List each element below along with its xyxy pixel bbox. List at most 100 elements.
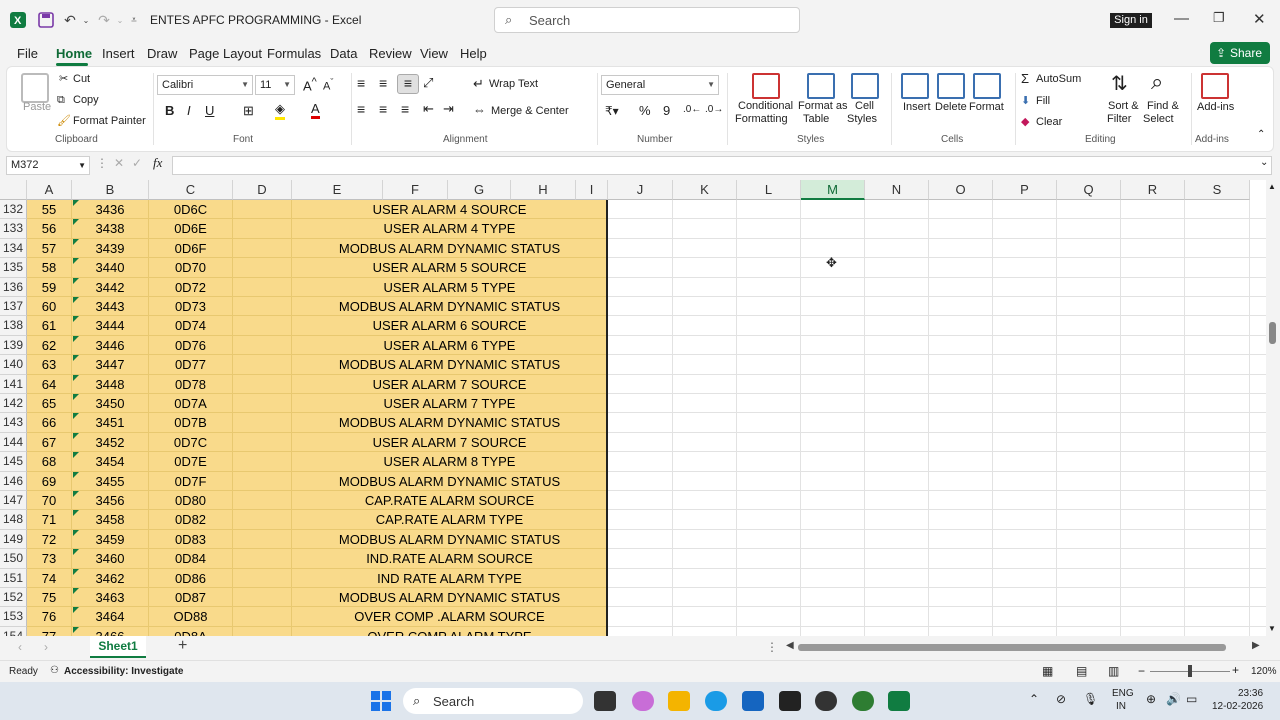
collapse-ribbon-icon[interactable]: ⌃	[1257, 129, 1265, 140]
expand-formula-bar-icon[interactable]: ⌄	[1260, 157, 1268, 168]
find-select-label2[interactable]: Select	[1143, 113, 1174, 125]
cell-e[interactable]: IND.RATE ALARM SOURCE	[292, 549, 608, 569]
cell-c[interactable]: 0D6C	[149, 200, 233, 220]
cell-b[interactable]: 3455	[72, 471, 149, 491]
add-sheet-icon[interactable]: +	[178, 637, 187, 655]
cell-a[interactable]: 74	[27, 568, 72, 588]
column-header-g[interactable]: G	[448, 180, 511, 200]
column-header-q[interactable]: Q	[1057, 180, 1121, 200]
tab-split-icon[interactable]: ⋮	[766, 640, 778, 654]
cell-b[interactable]: 3442	[72, 277, 149, 297]
cell-a[interactable]: 77	[27, 626, 72, 636]
paste-button[interactable]: Paste	[23, 101, 51, 113]
cell-e[interactable]: CAP.RATE ALARM SOURCE	[292, 491, 608, 511]
cell-e[interactable]: USER ALARM 5 TYPE	[292, 277, 608, 297]
cell-a[interactable]: 61	[27, 316, 72, 336]
zoom-in-icon[interactable]: +	[1232, 663, 1239, 677]
cell-a[interactable]: 55	[27, 200, 72, 220]
cell-d[interactable]	[233, 549, 292, 569]
copy-button[interactable]: Copy	[73, 94, 99, 106]
row-header[interactable]: 136	[0, 277, 27, 297]
cut-button[interactable]: Cut	[73, 73, 90, 85]
conditional-formatting-icon[interactable]	[752, 73, 780, 99]
cell-d[interactable]	[233, 471, 292, 491]
align-middle-icon[interactable]: ≡	[379, 75, 387, 91]
find-select-icon[interactable]: ⌕	[1151, 69, 1163, 95]
cell-a[interactable]: 66	[27, 413, 72, 433]
cell-d[interactable]	[233, 200, 292, 220]
increase-decimal-icon[interactable]: .0←	[683, 104, 701, 115]
cell-d[interactable]	[233, 394, 292, 414]
tab-help[interactable]: Help	[460, 46, 487, 61]
cell-c[interactable]: 0D87	[149, 588, 233, 608]
add-ins-icon[interactable]	[1201, 73, 1229, 99]
tab-file[interactable]: File	[17, 46, 38, 61]
find-select-label1[interactable]: Find &	[1147, 100, 1179, 112]
cell-e[interactable]: USER ALARM 4 SOURCE	[292, 200, 608, 220]
cell-c[interactable]: OD88	[149, 607, 233, 627]
orientation-icon[interactable]: ⤢	[423, 75, 433, 91]
cell-e[interactable]: MODBUS ALARM DYNAMIC STATUS	[292, 413, 608, 433]
font-size-select[interactable]: 11 ▼	[255, 75, 295, 95]
select-all-corner[interactable]	[0, 180, 27, 200]
cell-d[interactable]	[233, 297, 292, 317]
fill-color-icon[interactable]: ◈	[275, 101, 285, 120]
restore-icon[interactable]: ❐	[1213, 10, 1225, 26]
decrease-decimal-icon[interactable]: .0→	[705, 104, 723, 115]
share-button[interactable]: ⇪ Share	[1210, 42, 1270, 64]
cell-c[interactable]: 0D82	[149, 510, 233, 530]
column-header-s[interactable]: S	[1185, 180, 1250, 200]
merge-center-button[interactable]: Merge & Center	[491, 105, 569, 117]
sign-in-button[interactable]: Sign in	[1110, 13, 1152, 28]
cell-a[interactable]: 60	[27, 297, 72, 317]
row-header[interactable]: 132	[0, 200, 27, 220]
chrome-icon[interactable]	[852, 691, 874, 711]
cell-d[interactable]	[233, 219, 292, 239]
cell-c[interactable]: 0D7E	[149, 452, 233, 472]
cell-a[interactable]: 70	[27, 491, 72, 511]
align-right-icon[interactable]: ≡	[401, 101, 409, 117]
save-icon[interactable]	[36, 10, 56, 30]
cell-a[interactable]: 62	[27, 335, 72, 356]
cell-styles-label1[interactable]: Cell	[855, 100, 874, 112]
globe-icon[interactable]: ⊕	[1146, 692, 1156, 706]
accessibility-icon[interactable]: ⚇	[50, 665, 59, 676]
cell-b[interactable]: 3446	[72, 335, 149, 356]
fill-button[interactable]: Fill	[1036, 95, 1050, 107]
tab-review[interactable]: Review	[369, 46, 412, 61]
autosum-button[interactable]: AutoSum	[1036, 73, 1081, 85]
column-header-l[interactable]: L	[737, 180, 801, 200]
cell-e[interactable]: MODBUS ALARM DYNAMIC STATUS	[292, 588, 608, 608]
format-as-table-label2[interactable]: Table	[803, 113, 829, 125]
cell-c[interactable]: 0D84	[149, 549, 233, 569]
zoom-slider-thumb[interactable]	[1188, 665, 1192, 677]
cell-a[interactable]: 65	[27, 394, 72, 414]
column-header-c[interactable]: C	[149, 180, 233, 200]
clear-button[interactable]: Clear	[1036, 116, 1062, 128]
cell-d[interactable]	[233, 374, 292, 394]
cell-d[interactable]	[233, 452, 292, 472]
clear-icon[interactable]: ◆	[1021, 115, 1029, 128]
cell-b[interactable]: 3466	[72, 626, 149, 636]
language-primary[interactable]: ENG	[1112, 688, 1134, 699]
cell-b[interactable]: 3464	[72, 607, 149, 627]
fill-icon[interactable]: ⬇	[1021, 94, 1030, 107]
scroll-down-icon[interactable]: ▼	[1268, 624, 1276, 633]
row-header[interactable]: 134	[0, 238, 27, 259]
row-header[interactable]: 150	[0, 549, 27, 569]
row-header[interactable]: 154	[0, 626, 27, 636]
media-player-icon[interactable]	[815, 691, 837, 711]
column-header-n[interactable]: N	[865, 180, 929, 200]
align-center-icon[interactable]: ≡	[379, 101, 387, 117]
customize-toolbar-icon[interactable]: ⩡	[124, 10, 144, 30]
add-ins-button[interactable]: Add-ins	[1197, 101, 1234, 113]
cell-e[interactable]: MODBUS ALARM DYNAMIC STATUS	[292, 529, 608, 550]
cell-c[interactable]: 0D74	[149, 316, 233, 336]
cell-a[interactable]: 69	[27, 471, 72, 491]
column-header-a[interactable]: A	[27, 180, 72, 200]
minimize-icon[interactable]: —	[1174, 10, 1189, 27]
formula-input[interactable]	[172, 156, 1272, 175]
tab-data[interactable]: Data	[330, 46, 357, 61]
column-header-f[interactable]: F	[383, 180, 448, 200]
conditional-formatting-label1[interactable]: Conditional	[738, 100, 793, 112]
